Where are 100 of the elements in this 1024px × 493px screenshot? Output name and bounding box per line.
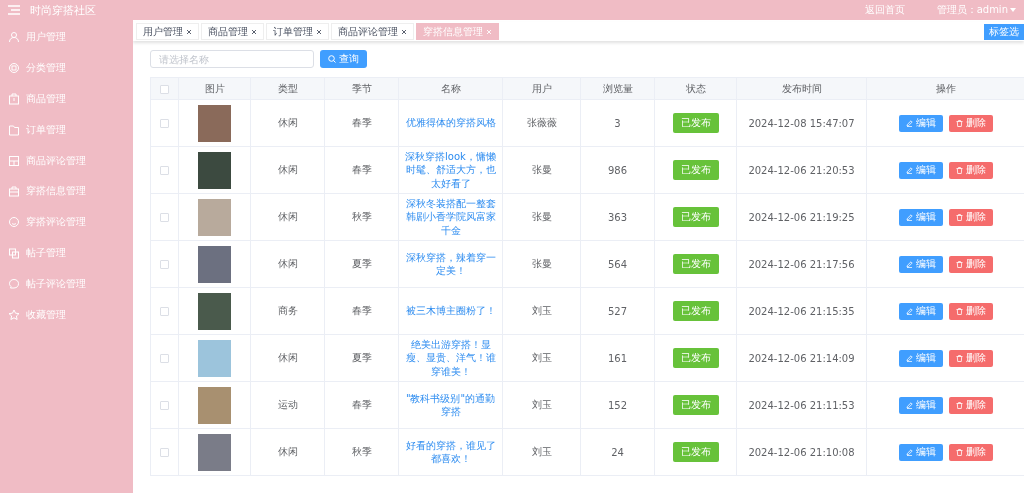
table-cell: 休闲 xyxy=(277,117,298,128)
table-cell: 休闲 xyxy=(277,352,298,363)
status-tag: 已发布 xyxy=(672,113,719,133)
table-cell: 春季 xyxy=(351,399,372,410)
delete-button[interactable]: 删除 xyxy=(948,161,993,179)
table-cell: 春季 xyxy=(351,305,372,316)
table-cell: 24 xyxy=(611,446,624,458)
trash-icon xyxy=(955,448,963,456)
row-checkbox[interactable] xyxy=(160,448,169,457)
sidebar-item[interactable]: 收藏管理 xyxy=(0,299,133,330)
delete-button[interactable]: 删除 xyxy=(948,208,993,226)
user-menu[interactable]: 管理员：admin xyxy=(936,3,1016,17)
column-header: 名称 xyxy=(440,82,461,94)
column-header: 浏览量 xyxy=(602,82,633,94)
smile-icon xyxy=(8,216,20,229)
table-cell: 夏季 xyxy=(351,258,372,269)
edit-button[interactable]: 编辑 xyxy=(898,443,943,461)
circle-icon xyxy=(8,62,20,75)
caret-icon xyxy=(1010,8,1016,12)
delete-button[interactable]: 删除 xyxy=(948,396,993,414)
status-tag: 已发布 xyxy=(672,207,719,227)
photo-placeholder xyxy=(198,245,231,283)
pencil-icon xyxy=(905,166,913,174)
folder-icon xyxy=(8,123,20,136)
row-checkbox[interactable] xyxy=(160,354,169,363)
status-tag: 已发布 xyxy=(672,254,719,274)
table-cell: 夏季 xyxy=(351,352,372,363)
trash-icon xyxy=(955,119,963,127)
select-all-checkbox[interactable] xyxy=(160,84,169,94)
search-button[interactable]: 查询 xyxy=(320,50,367,68)
photo-placeholder xyxy=(198,386,231,424)
table-cell: 2024-12-06 21:10:08 xyxy=(748,446,855,458)
table-cell: 春季 xyxy=(351,164,372,175)
tab-options-button[interactable]: 标签选 xyxy=(984,23,1024,40)
tab[interactable]: 用户管理 xyxy=(136,23,199,40)
status-tag: 已发布 xyxy=(672,160,719,180)
delete-button[interactable]: 删除 xyxy=(948,443,993,461)
pencil-icon xyxy=(905,354,913,362)
edit-button[interactable]: 编辑 xyxy=(898,255,943,273)
table-cell: 986 xyxy=(607,164,628,176)
tab[interactable]: 商品管理 xyxy=(201,23,264,40)
edit-button[interactable]: 编辑 xyxy=(898,396,943,414)
row-checkbox[interactable] xyxy=(160,260,169,269)
table-cell: 运动 xyxy=(277,399,298,410)
status-tag: 已发布 xyxy=(672,395,719,415)
delete-button[interactable]: 删除 xyxy=(948,302,993,320)
row-checkbox[interactable] xyxy=(160,119,169,128)
photo-placeholder xyxy=(198,198,231,236)
row-checkbox[interactable] xyxy=(160,213,169,222)
row-checkbox[interactable] xyxy=(160,401,169,410)
column-header: 图片 xyxy=(204,82,225,94)
table-cell: 刘玉 xyxy=(531,305,552,316)
table-cell: 张曼 xyxy=(531,164,552,175)
close-icon[interactable] xyxy=(401,28,407,35)
home-link[interactable]: 返回首页 xyxy=(864,3,905,17)
edit-button[interactable]: 编辑 xyxy=(898,302,943,320)
table-cell: 秋季 xyxy=(351,446,372,457)
sidebar-item[interactable]: 帖子管理 xyxy=(0,237,133,269)
table-cell: 刘玉 xyxy=(531,352,552,363)
tab[interactable]: 订单管理 xyxy=(266,23,329,40)
delete-button[interactable]: 删除 xyxy=(948,114,993,132)
pencil-icon xyxy=(905,448,913,456)
edit-button[interactable]: 编辑 xyxy=(898,208,943,226)
edit-button[interactable]: 编辑 xyxy=(898,349,943,367)
table-cell: 3 xyxy=(614,117,621,129)
table-cell: 休闲 xyxy=(277,446,298,457)
sidebar-label: 帖子管理 xyxy=(26,245,66,260)
sidebar-label: 收藏管理 xyxy=(26,307,66,322)
menu-icon[interactable] xyxy=(8,5,20,15)
delete-button[interactable]: 删除 xyxy=(948,255,993,273)
trash-icon xyxy=(955,166,963,174)
close-icon[interactable] xyxy=(186,28,192,35)
table-cell: 161 xyxy=(607,352,628,364)
delete-button[interactable]: 删除 xyxy=(948,349,993,367)
table-cell: 2024-12-08 15:47:07 xyxy=(748,117,855,129)
sidebar-label: 帖子评论管理 xyxy=(26,276,86,291)
table-cell: 秋季 xyxy=(351,211,372,222)
pencil-icon xyxy=(905,401,913,409)
table-cell: 春季 xyxy=(351,117,372,128)
edit-button[interactable]: 编辑 xyxy=(898,114,943,132)
edit-button[interactable]: 编辑 xyxy=(898,161,943,179)
table-cell: 2024-12-06 21:11:53 xyxy=(748,399,855,411)
chat-bubble-icon xyxy=(8,277,20,290)
sidebar-item[interactable]: 用户管理 xyxy=(0,22,133,53)
column-header: 状态 xyxy=(685,82,706,94)
sidebar-item[interactable]: 帖子评论管理 xyxy=(0,268,133,300)
close-icon[interactable] xyxy=(316,28,322,35)
squares-icon xyxy=(8,246,20,259)
table-cell: 刘玉 xyxy=(531,446,552,457)
trash-icon xyxy=(955,260,963,268)
tab[interactable]: 商品评论管理 xyxy=(331,23,414,40)
close-icon[interactable] xyxy=(251,28,257,35)
table-cell: 休闲 xyxy=(277,211,298,222)
star-icon xyxy=(8,308,20,321)
photo-placeholder xyxy=(198,339,231,377)
row-checkbox[interactable] xyxy=(160,166,169,175)
trash-icon xyxy=(955,354,963,362)
row-checkbox[interactable] xyxy=(160,307,169,316)
table-cell: 休闲 xyxy=(277,164,298,175)
trash-icon xyxy=(955,307,963,315)
